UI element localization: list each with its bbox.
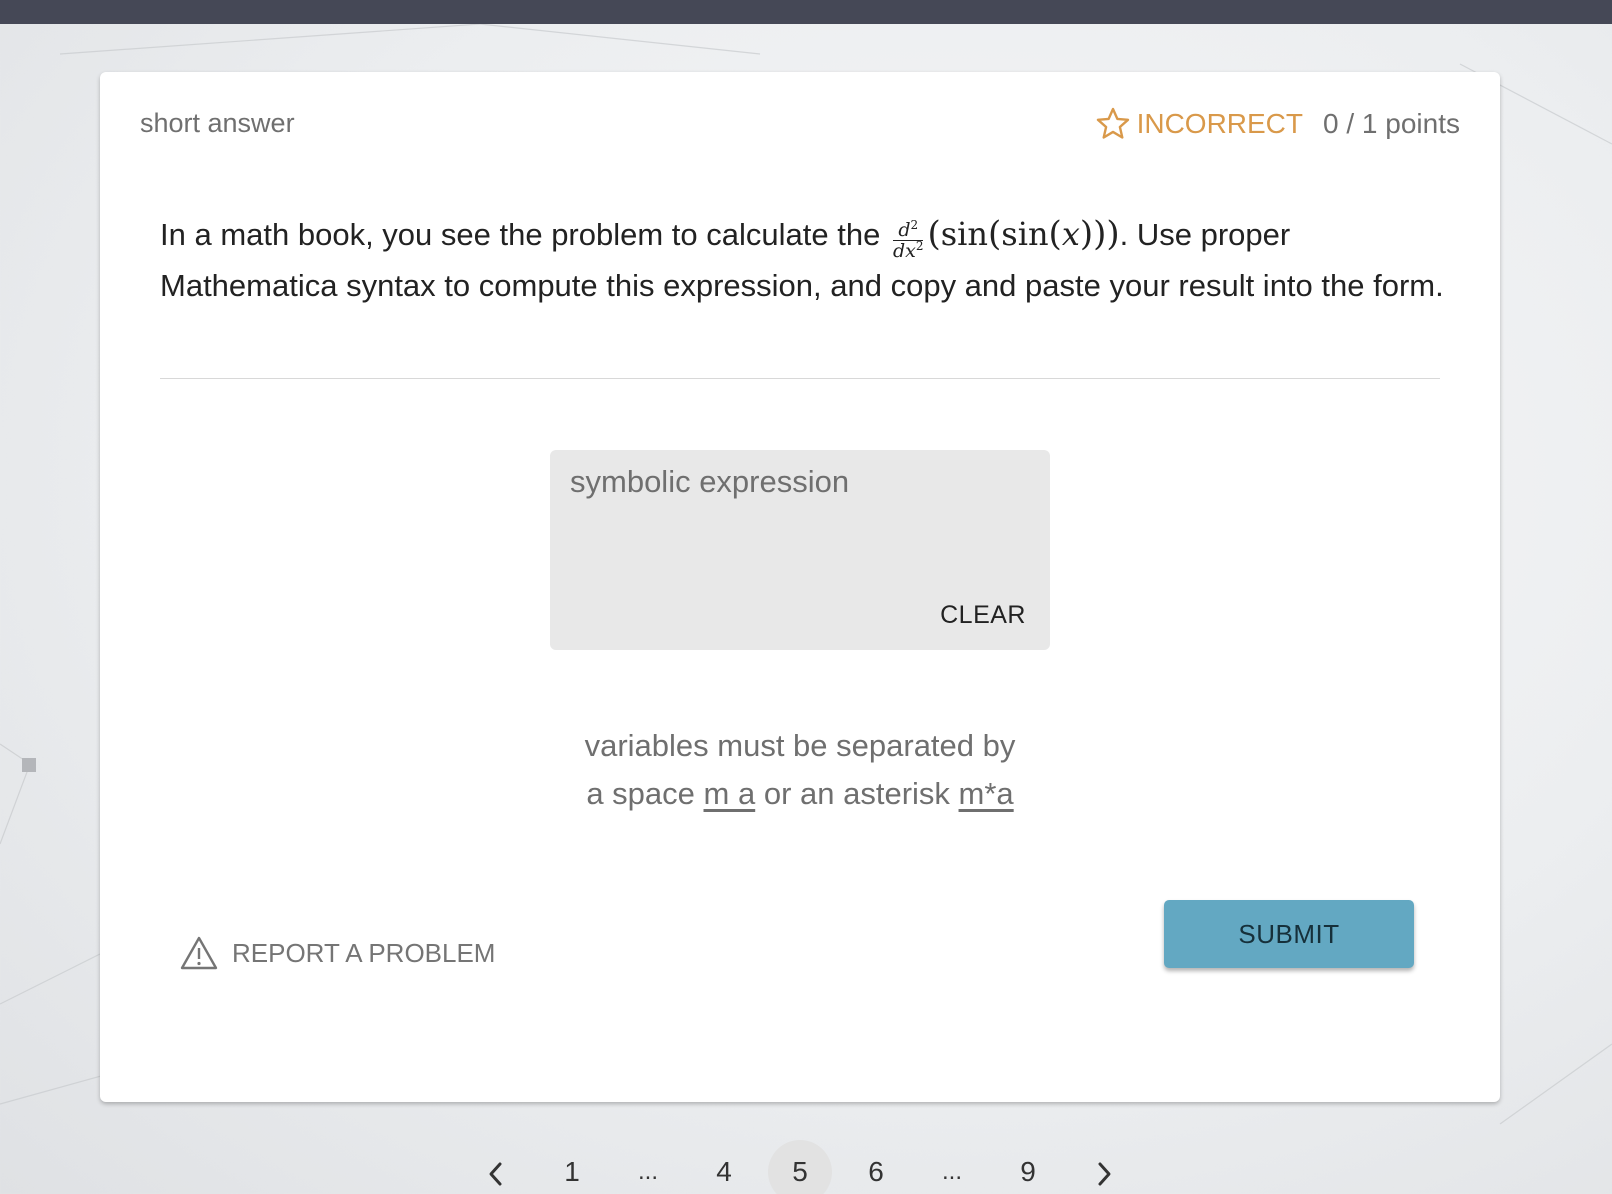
clear-button[interactable]: CLEAR (940, 601, 1026, 630)
numerator-power: 2 (910, 218, 919, 232)
question-text-before: In a math book, you see the problem to c… (160, 217, 881, 252)
hint-line-1: variables must be separated by (584, 728, 1016, 763)
page-button-1[interactable]: 1 (540, 1140, 604, 1194)
warning-icon (180, 936, 218, 970)
page-button-6[interactable]: 6 (844, 1140, 908, 1194)
page-ellipsis: ... (637, 1158, 658, 1185)
function-outer: sin (940, 215, 989, 253)
derivative-fraction: d2 dx2 (892, 218, 924, 262)
question-text: In a math book, you see the problem to c… (160, 210, 1460, 310)
math-variable: x (1061, 215, 1080, 253)
function-inner: sin (1001, 215, 1049, 253)
next-page-button[interactable] (1072, 1140, 1136, 1194)
question-card: short answer INCORRECT 0 / 1 points In a… (100, 72, 1500, 1102)
page-button-4[interactable]: 4 (692, 1140, 756, 1194)
answer-input[interactable] (550, 450, 1050, 590)
paren-open: ( (927, 214, 941, 254)
fraction-denominator: dx (892, 240, 916, 262)
hint-example-space: m a (703, 776, 756, 811)
status-badge: INCORRECT (1136, 108, 1304, 139)
denominator-power: 2 (915, 239, 924, 253)
hint-line-2: a space m a or an asterisk m*a (500, 770, 1100, 818)
chevron-left-icon (489, 1162, 502, 1186)
page-ellipsis: ... (941, 1158, 962, 1185)
pagination: 1 ... 4 5 6 ... 9 (0, 1140, 1612, 1194)
report-problem-button[interactable]: REPORT A PROBLEM (180, 936, 495, 970)
question-type-label: short answer (140, 108, 295, 138)
chevron-right-icon (1098, 1162, 1111, 1186)
top-bar (0, 0, 1612, 24)
prev-page-button[interactable] (464, 1140, 528, 1194)
answer-input-container: CLEAR (550, 450, 1050, 650)
fraction-numerator: d (898, 219, 911, 241)
page-button-9[interactable]: 9 (996, 1140, 1060, 1194)
submit-button[interactable]: SUBMIT (1164, 900, 1414, 968)
background-node-square (22, 758, 36, 772)
hint-text-space: a space (586, 776, 695, 811)
star-icon[interactable] (1095, 106, 1131, 142)
page-button-5-current[interactable]: 5 (768, 1140, 832, 1194)
report-problem-label: REPORT A PROBLEM (232, 937, 496, 968)
math-expression: d2 dx2 (sin(sin(x))) (892, 214, 1120, 262)
grade-status: INCORRECT 0 / 1 points (1095, 106, 1460, 142)
hint-text-asterisk: or an asterisk (763, 776, 950, 811)
input-hint: variables must be separated by a space m… (500, 722, 1100, 818)
divider (160, 378, 1440, 379)
hint-example-asterisk: m*a (958, 776, 1014, 811)
points-display: 0 / 1 points (1323, 108, 1460, 139)
paren-close: ))) (1079, 214, 1120, 254)
